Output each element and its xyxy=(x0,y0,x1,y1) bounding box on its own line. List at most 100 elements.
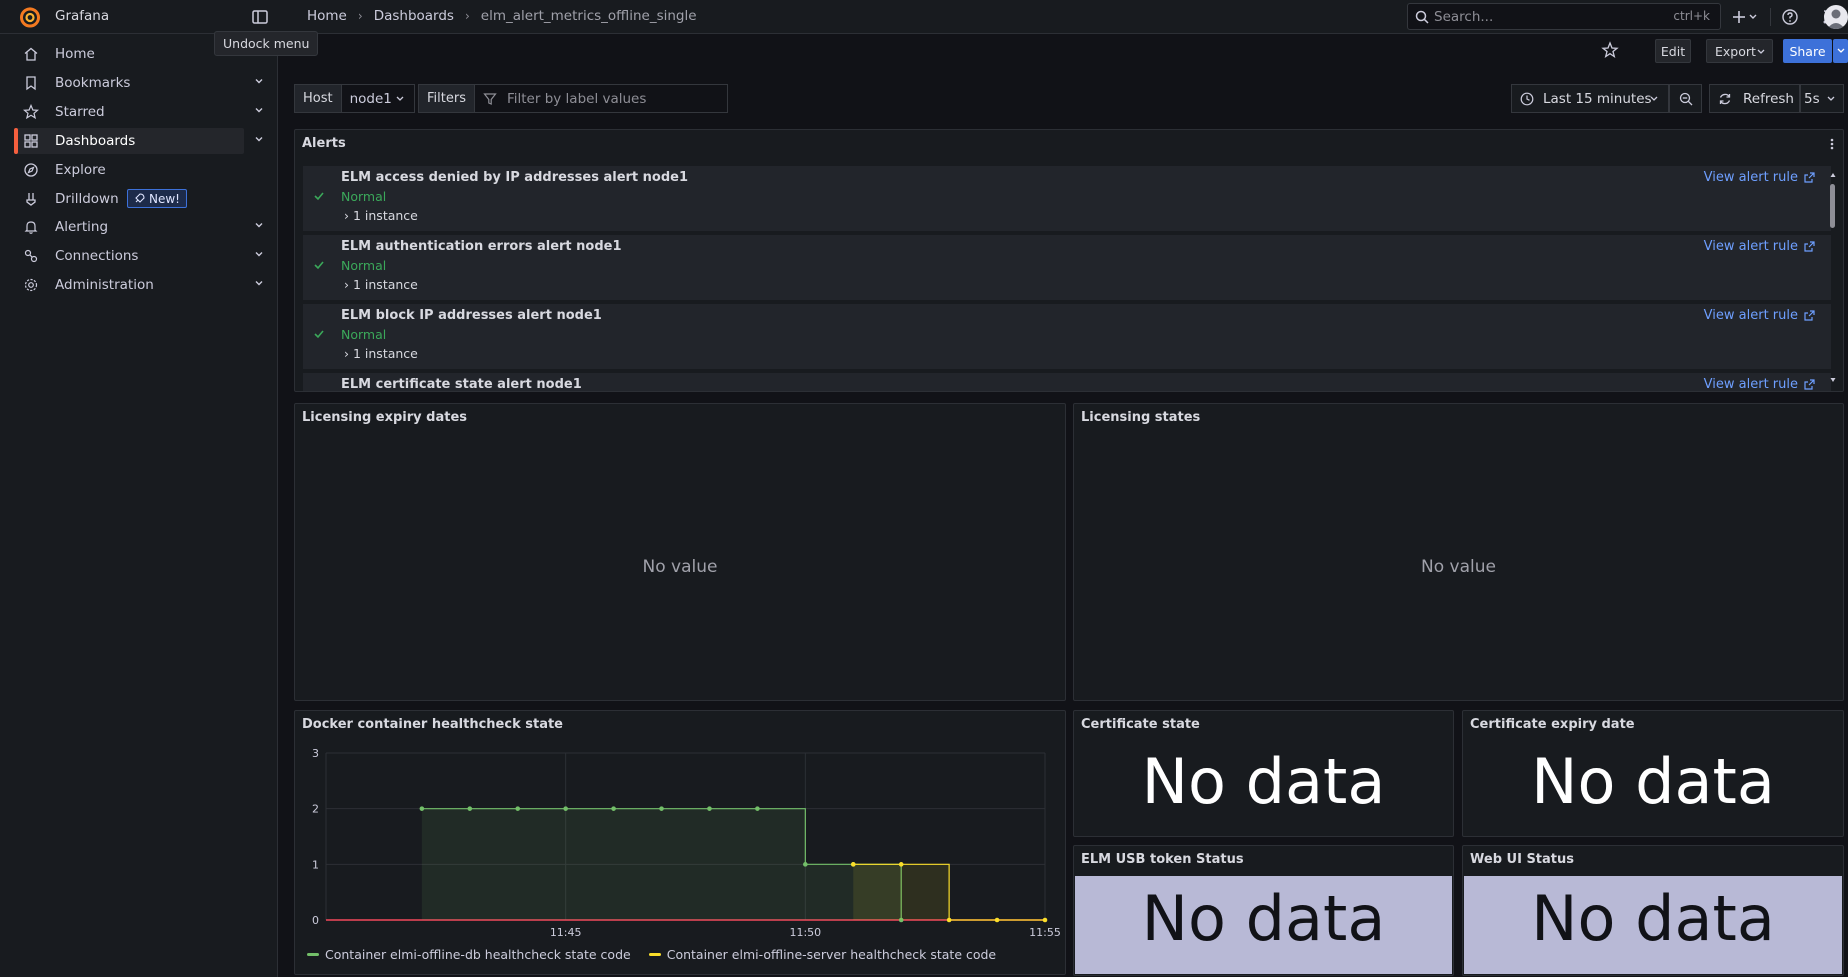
breadcrumb-home[interactable]: Home xyxy=(307,8,347,24)
view-alert-rule-link[interactable]: View alert rule xyxy=(1704,170,1815,185)
sidebar-item-home[interactable]: Home xyxy=(14,41,244,67)
no-data-text: No data xyxy=(1141,745,1386,818)
alert-name: ELM certificate state alert node1 xyxy=(341,377,582,392)
new-badge: New! xyxy=(127,189,187,208)
filters-placeholder: Filter by label values xyxy=(506,90,647,107)
sidebar-item-starred[interactable]: Starred xyxy=(14,99,263,125)
external-link-icon xyxy=(1804,310,1815,321)
filters-input[interactable]: Filter by label values xyxy=(474,84,728,113)
check-icon xyxy=(314,330,324,339)
healthcheck-chart: 0 1 2 3 11:45 11:50 11:55 xyxy=(312,747,1061,939)
share-options-button[interactable] xyxy=(1833,39,1848,63)
zoom-out-button[interactable] xyxy=(1669,84,1702,113)
usb-token-status-panel: ELM USB token Status No data xyxy=(1073,845,1454,976)
host-label: Host xyxy=(294,84,342,113)
panel-title: Licensing states xyxy=(1081,410,1201,425)
chevron-down-icon xyxy=(1827,96,1835,101)
sidebar-item-alerting[interactable]: Alerting xyxy=(14,214,263,240)
cog-icon xyxy=(24,278,38,292)
time-range-picker[interactable]: Last 15 minutes xyxy=(1511,84,1669,113)
alert-instances-toggle[interactable]: › 1 instance xyxy=(344,208,418,223)
data-point xyxy=(659,806,664,811)
undock-tooltip: Undock menu xyxy=(214,31,319,56)
alert-instances: 1 instance xyxy=(352,277,418,292)
alert-instances: 1 instance xyxy=(352,346,418,361)
scroll-down-icon[interactable] xyxy=(1830,377,1836,383)
help-icon[interactable] xyxy=(1781,8,1799,26)
edit-button[interactable]: Edit xyxy=(1655,39,1691,63)
new-badge-label: New! xyxy=(149,191,180,206)
compass-icon xyxy=(24,163,38,177)
data-point xyxy=(515,806,521,811)
sidebar-item-label: Starred xyxy=(55,104,105,120)
sidebar-item-label: Connections xyxy=(55,248,139,264)
refresh-button[interactable]: Refresh xyxy=(1709,84,1800,113)
scroll-up-icon[interactable] xyxy=(1830,172,1836,178)
view-alert-rule-link[interactable]: View alert rule xyxy=(1704,308,1815,323)
alert-instances-toggle[interactable]: › 1 instance xyxy=(344,346,418,361)
chevron-down-icon xyxy=(396,96,404,101)
chevron-down-icon[interactable] xyxy=(254,249,264,259)
export-button[interactable]: Export xyxy=(1706,39,1773,63)
view-alert-rule-label: View alert rule xyxy=(1703,308,1798,323)
sidebar-item-explore[interactable]: Explore xyxy=(14,157,244,183)
panel-title: Certificate state xyxy=(1081,717,1200,732)
breadcrumb: Home › Dashboards › elm_alert_metrics_of… xyxy=(307,8,697,24)
legend-item[interactable]: Container elmi-offline-server healthchec… xyxy=(648,947,996,962)
chevron-down-icon[interactable] xyxy=(254,278,264,288)
no-value-text: No value xyxy=(642,557,718,577)
panel-title: Web UI Status xyxy=(1470,852,1574,867)
chevron-down-icon[interactable] xyxy=(254,134,264,144)
chevron-down-icon[interactable] xyxy=(254,220,264,230)
alert-row[interactable]: ELM access denied by IP addresses alert … xyxy=(303,166,1831,231)
share-button[interactable]: Share xyxy=(1783,39,1832,63)
view-alert-rule-link[interactable]: View alert rule xyxy=(1704,377,1815,391)
data-point xyxy=(898,862,904,867)
chevron-down-icon xyxy=(1650,96,1658,101)
alert-row[interactable]: ELM authentication errors alert node1 No… xyxy=(303,235,1831,300)
scrollbar-thumb[interactable] xyxy=(1830,184,1835,228)
add-new-icon[interactable] xyxy=(1732,6,1760,28)
data-point xyxy=(1042,917,1048,923)
dock-menu-icon[interactable] xyxy=(250,7,270,27)
alerts-scrollbar[interactable] xyxy=(1830,166,1836,383)
breadcrumb-dashboards[interactable]: Dashboards xyxy=(374,8,454,24)
search-input[interactable]: Search... ctrl+k xyxy=(1407,3,1721,30)
refresh-interval: 5s xyxy=(1804,90,1820,107)
star-dashboard-icon[interactable] xyxy=(1601,41,1619,59)
panel-menu-icon[interactable] xyxy=(1829,137,1835,151)
user-icon xyxy=(1827,9,1845,29)
divider xyxy=(1770,8,1771,26)
legend-label: Container elmi-offline-db healthcheck st… xyxy=(325,947,631,962)
external-link-icon xyxy=(1804,379,1815,390)
alert-row[interactable]: ELM block IP addresses alert node1 Norma… xyxy=(303,304,1831,369)
alert-state: Normal xyxy=(341,189,387,204)
star-icon xyxy=(23,104,39,120)
no-value-text: No value xyxy=(1421,557,1496,577)
alert-name: ELM access denied by IP addresses alert … xyxy=(341,170,689,185)
user-avatar[interactable] xyxy=(1824,5,1848,29)
sidebar-item-dashboards[interactable]: Dashboards xyxy=(14,128,263,154)
refresh-interval-picker[interactable]: 5s xyxy=(1800,84,1844,113)
alert-instances-toggle[interactable]: › 1 instance xyxy=(344,277,418,292)
chevron-down-icon[interactable] xyxy=(254,105,264,115)
sidebar-item-connections[interactable]: Connections xyxy=(14,243,263,269)
host-select[interactable]: node1 xyxy=(341,84,415,113)
apps-icon xyxy=(24,134,38,148)
rocket-icon xyxy=(135,193,145,203)
chevron-down-icon[interactable] xyxy=(254,76,264,86)
y-tick-label: 2 xyxy=(312,803,319,816)
view-alert-rule-link[interactable]: View alert rule xyxy=(1704,239,1815,254)
alert-instances: 1 instance xyxy=(352,208,418,223)
legend-item[interactable]: Container elmi-offline-db healthcheck st… xyxy=(307,947,631,962)
sidebar-item-administration[interactable]: Administration xyxy=(14,272,263,298)
web-ui-status-panel: Web UI Status No data xyxy=(1462,845,1844,976)
y-tick-label: 0 xyxy=(312,914,319,927)
x-tick-label: 11:50 xyxy=(789,926,821,939)
alert-row[interactable]: ELM certificate state alert node1 View a… xyxy=(303,373,1831,392)
no-data-text: No data xyxy=(1141,882,1386,955)
sidebar-item-drilldown[interactable]: Drilldown New! xyxy=(14,186,244,212)
clock-icon xyxy=(1520,92,1534,105)
grafana-logo-icon[interactable] xyxy=(18,5,42,29)
sidebar-item-bookmarks[interactable]: Bookmarks xyxy=(14,70,263,96)
